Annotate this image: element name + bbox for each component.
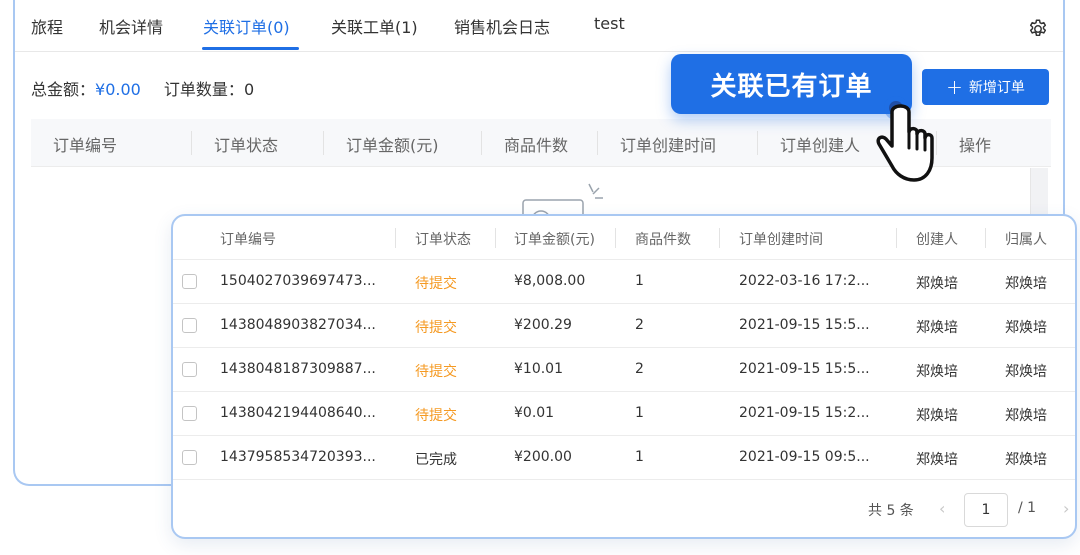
page-number-input[interactable]: 1: [964, 493, 1008, 527]
item-count: 2: [635, 317, 644, 333]
table-row[interactable]: 1438048903827034... 待提交 ¥200.29 2 2021-0…: [173, 304, 1075, 348]
creator: 郑焕培: [916, 364, 958, 380]
table-row[interactable]: 1438048187309887... 待提交 ¥10.01 2 2021-09…: [173, 348, 1075, 392]
tab-related-orders[interactable]: 关联订单(0): [203, 14, 290, 38]
plus-icon: +: [946, 75, 963, 99]
order-count-label: 订单数量：: [163, 80, 244, 99]
picker-table-header: 订单编号 订单状态 订单金额(元) 商品件数 订单创建时间 创建人 归属人: [173, 216, 1075, 260]
order-status: 待提交: [415, 408, 457, 424]
col-order-status: 订单状态: [415, 232, 471, 248]
tab-opportunity-log[interactable]: 销售机会日志: [454, 14, 550, 38]
order-status: 待提交: [415, 320, 457, 336]
created-time: 2021-09-15 09:5...: [739, 449, 870, 465]
col-item-count: 商品件数: [635, 232, 691, 248]
item-count: 2: [635, 361, 644, 377]
order-amount: ¥8,008.00: [514, 273, 586, 289]
created-time: 2021-09-15 15:5...: [739, 317, 870, 333]
owner: 郑焕培: [1005, 452, 1047, 468]
col-created-time: 订单创建时间: [739, 232, 823, 248]
col-order-number: 订单编号: [220, 232, 276, 248]
tab-journey[interactable]: 旅程: [31, 14, 63, 38]
hand-pointer-icon: [876, 96, 934, 182]
tab-bar: 旅程 机会详情 关联订单(0) 关联工单(1) 销售机会日志 test: [15, 0, 1063, 52]
gear-icon[interactable]: [1027, 18, 1049, 40]
col-owner: 归属人: [1005, 232, 1047, 248]
item-count: 1: [635, 405, 644, 421]
order-number: 1438048187309887...: [220, 361, 376, 377]
col-creator: 创建人: [916, 232, 958, 248]
created-time: 2022-03-16 17:2...: [739, 273, 870, 289]
table-row[interactable]: 1504027039697473... 待提交 ¥8,008.00 1 2022…: [173, 260, 1075, 304]
order-amount: ¥10.01: [514, 361, 563, 377]
creator: 郑焕培: [916, 452, 958, 468]
tab-related-tickets[interactable]: 关联工单(1): [331, 14, 418, 38]
owner: 郑焕培: [1005, 364, 1047, 380]
pagination-total: 共 5 条: [868, 503, 914, 519]
creator: 郑焕培: [916, 408, 958, 424]
add-order-button[interactable]: + 新增订单: [922, 69, 1049, 105]
pagination-page-count: / 1: [1018, 500, 1037, 516]
existing-orders-picker: 订单编号 订单状态 订单金额(元) 商品件数 订单创建时间 创建人 归属人 15…: [171, 214, 1077, 539]
col-creator: 订单创建人: [780, 136, 861, 155]
order-status: 待提交: [415, 276, 457, 292]
row-checkbox[interactable]: [182, 362, 197, 377]
chevron-right-icon[interactable]: ›: [1063, 499, 1069, 518]
creator: 郑焕培: [916, 320, 958, 336]
row-checkbox[interactable]: [182, 274, 197, 289]
created-time: 2021-09-15 15:5...: [739, 361, 870, 377]
order-summary: 总金额：¥0.00 订单数量：0: [31, 76, 254, 100]
col-order-status: 订单状态: [214, 136, 279, 155]
table-row[interactable]: 1438042194408640... 待提交 ¥0.01 1 2021-09-…: [173, 392, 1075, 436]
total-amount-label: 总金额：: [31, 80, 96, 99]
owner: 郑焕培: [1005, 320, 1047, 336]
pagination: 共 5 条 ‹ 1 / 1 ›: [835, 493, 1075, 527]
created-time: 2021-09-15 15:2...: [739, 405, 870, 421]
col-actions: 操作: [959, 136, 992, 155]
item-count: 1: [635, 449, 644, 465]
add-order-label: 新增订单: [968, 80, 1025, 96]
chevron-left-icon[interactable]: ‹: [939, 499, 945, 518]
order-status: 已完成: [415, 452, 457, 468]
order-number: 1437958534720393...: [220, 449, 376, 465]
order-amount: ¥200.00: [514, 449, 572, 465]
order-number: 1438048903827034...: [220, 317, 376, 333]
owner: 郑焕培: [1005, 276, 1047, 292]
col-item-count: 商品件数: [504, 136, 569, 155]
order-status: 待提交: [415, 364, 457, 380]
owner: 郑焕培: [1005, 408, 1047, 424]
order-amount: ¥200.29: [514, 317, 572, 333]
tab-test[interactable]: test: [594, 14, 625, 33]
table-row[interactable]: 1437958534720393... 已完成 ¥200.00 1 2021-0…: [173, 436, 1075, 480]
col-order-number: 订单编号: [53, 136, 118, 155]
active-tab-indicator: [202, 47, 299, 50]
total-amount-value: ¥0.00: [95, 80, 141, 99]
order-number: 1438042194408640...: [220, 405, 376, 421]
creator: 郑焕培: [916, 276, 958, 292]
row-checkbox[interactable]: [182, 318, 197, 333]
col-created-time: 订单创建时间: [620, 136, 717, 155]
order-number: 1504027039697473...: [220, 273, 376, 289]
col-order-amount: 订单金额(元): [346, 136, 439, 155]
order-amount: ¥0.01: [514, 405, 555, 421]
row-checkbox[interactable]: [182, 450, 197, 465]
tab-opportunity-details[interactable]: 机会详情: [99, 14, 163, 38]
row-checkbox[interactable]: [182, 406, 197, 421]
order-count-value: 0: [243, 80, 255, 99]
col-order-amount: 订单金额(元): [514, 232, 595, 248]
item-count: 1: [635, 273, 644, 289]
